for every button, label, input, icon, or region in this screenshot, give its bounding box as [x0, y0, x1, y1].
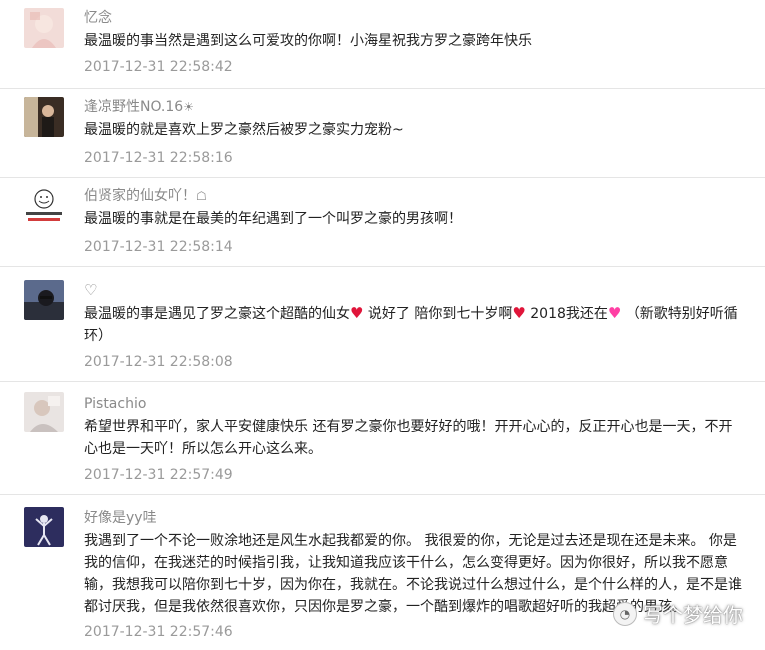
comment-timestamp: 2017-12-31 22:58:16 [84, 150, 233, 166]
pink-heart-icon: ♥ [607, 304, 622, 322]
commenter-name-label: 逢凉野性NO.16 [84, 99, 184, 115]
comment-timestamp: 2017-12-31 22:58:14 [84, 239, 233, 255]
sparkle-icon: ☀ [183, 100, 194, 114]
commenter-name[interactable]: 伯贤家的仙女吖！☖ [84, 187, 207, 205]
comment-timestamp: 2017-12-31 22:57:46 [84, 624, 233, 640]
avatar[interactable] [24, 8, 64, 48]
comment-timestamp: 2017-12-31 22:58:42 [84, 59, 233, 75]
commenter-name[interactable]: 忆念 [84, 9, 112, 27]
comment-item: Pistachio 希望世界和平吖，家人平安健康快乐 还有罗之豪你也要好好的哦！… [0, 382, 765, 494]
wechat-icon: ◔ [613, 601, 637, 626]
comment-timestamp: 2017-12-31 22:57:49 [84, 467, 233, 483]
comment-text: 最温暖的事就是在最美的年纪遇到了一个叫罗之豪的男孩啊！ [84, 211, 462, 227]
avatar[interactable] [24, 186, 64, 226]
comment-text: 最温暖的事当然是遇到这么可爱攻的你啊！小海星祝我方罗之豪跨年快乐 [84, 33, 532, 49]
commenter-name-label: 伯贤家的仙女吖！ [84, 188, 196, 204]
comment-text: 希望世界和平吖，家人平安健康快乐 还有罗之豪你也要好好的哦！开开心心的，反正开心… [84, 419, 733, 457]
comment-text-part: 2018我还在 [525, 306, 608, 322]
comment-item: 逢凉野性NO.16☀ 最温暖的就是喜欢上罗之豪然后被罗之豪实力宠粉~ 2017-… [0, 89, 765, 177]
comment-text: 最温暖的事是遇见了罗之豪这个超酷的仙女♥ 说好了 陪你到七十岁啊♥ 2018我还… [84, 302, 744, 347]
avatar[interactable] [24, 392, 64, 432]
commenter-name[interactable]: 好像是yy哇 [84, 509, 157, 527]
red-heart-icon: ♥ [512, 304, 526, 322]
comment-text-part: 说好了 陪你到七十岁啊 [363, 306, 513, 322]
comment-item: ♡ 最温暖的事是遇见了罗之豪这个超酷的仙女♥ 说好了 陪你到七十岁啊♥ 2018… [0, 267, 765, 377]
watermark-text: 写个梦给你 [643, 603, 743, 627]
comment-text: 最温暖的就是喜欢上罗之豪然后被罗之豪实力宠粉~ [84, 122, 404, 138]
avatar[interactable] [24, 280, 64, 320]
avatar[interactable] [24, 507, 64, 547]
comment-timestamp: 2017-12-31 22:58:08 [84, 354, 233, 370]
commenter-name[interactable]: Pistachio [84, 395, 146, 413]
commenter-name[interactable]: 逢凉野性NO.16☀ [84, 98, 194, 116]
comment-item: 忆念 最温暖的事当然是遇到这么可爱攻的你啊！小海星祝我方罗之豪跨年快乐 2017… [0, 0, 765, 88]
watermark: ◔ 写个梦给你 [613, 599, 743, 628]
red-heart-icon: ♥ [350, 304, 364, 322]
badge-icon: ☖ [196, 189, 207, 203]
comment-item: 伯贤家的仙女吖！☖ 最温暖的事就是在最美的年纪遇到了一个叫罗之豪的男孩啊！ 20… [0, 178, 765, 266]
comment-text-part: 最温暖的事是遇见了罗之豪这个超酷的仙女 [84, 306, 350, 322]
heart-name-icon[interactable]: ♡ [84, 281, 97, 299]
avatar[interactable] [24, 97, 64, 137]
